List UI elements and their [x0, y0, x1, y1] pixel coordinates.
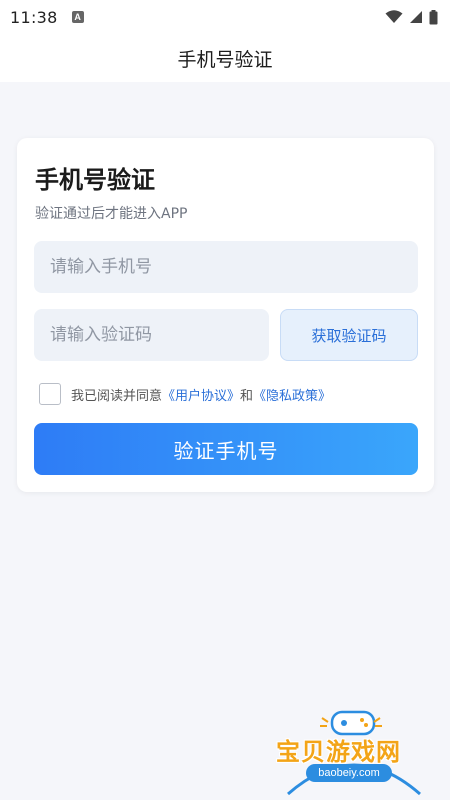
- card-subtitle: 验证通过后才能进入APP: [35, 206, 188, 222]
- user-agreement-link[interactable]: 《用户协议》: [162, 389, 240, 404]
- agreement-text: 我已阅读并同意《用户协议》和《隐私政策》: [71, 385, 331, 404]
- agreement-prefix: 我已阅读并同意: [71, 388, 163, 404]
- agreement-row: 我已阅读并同意《用户协议》和《隐私政策》: [39, 383, 331, 405]
- agreement-conjunction: 和: [240, 388, 254, 404]
- battery-icon: [429, 9, 438, 24]
- site-watermark: 宝贝游戏网 baobeiy.com: [270, 706, 438, 796]
- card-title: 手机号验证: [35, 166, 155, 194]
- wifi-icon: [385, 10, 403, 23]
- watermark-domain: baobeiy.com: [306, 764, 392, 782]
- watermark-brand: 宝贝游戏网: [276, 738, 401, 766]
- signal-icon: [410, 11, 422, 23]
- status-bar: 11:38 A: [0, 0, 450, 34]
- page-title: 手机号验证: [177, 48, 273, 71]
- verification-code-input[interactable]: [34, 309, 269, 361]
- verification-card: 手机号验证 验证通过后才能进入APP 获取验证码 我已阅读并同意《用户协议》和《…: [17, 138, 434, 492]
- status-left: 11:38 A: [10, 8, 84, 27]
- app-header: 手机号验证: [0, 34, 450, 82]
- status-right: [385, 9, 438, 25]
- verify-phone-button[interactable]: 验证手机号: [34, 423, 418, 475]
- notification-icon: A: [71, 11, 84, 23]
- privacy-policy-link[interactable]: 《隐私政策》: [253, 389, 331, 404]
- agreement-checkbox[interactable]: [39, 383, 61, 405]
- phone-input[interactable]: [34, 241, 418, 293]
- get-code-button[interactable]: 获取验证码: [280, 309, 418, 361]
- phone-verification-screen: 11:38 A 手机号验证 手机号验证 验证通过后才能进入APP 获取验证码: [0, 0, 450, 800]
- status-time: 11:38: [10, 7, 58, 27]
